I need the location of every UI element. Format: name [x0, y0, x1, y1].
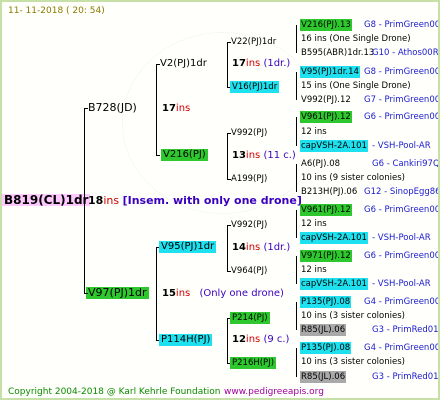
g4-gen: - VSH-Pool-AR — [372, 233, 431, 243]
g4-ins: 16 ins (One Single Drone) — [301, 34, 411, 44]
g3-queen-2[interactable]: V16(PJ)1dr — [230, 81, 280, 93]
g4-gen: G3 - PrimRed01 — [372, 372, 439, 382]
g4-queen[interactable]: P135(PJ).08 — [300, 296, 352, 308]
g4-queen[interactable]: A6(PJ).08 — [301, 158, 340, 170]
g1-queen-1[interactable]: B728(JD) — [88, 102, 137, 114]
connector-line — [227, 363, 230, 364]
g4-gen: G6 - PrimGreen00 — [364, 112, 440, 122]
g4-queen[interactable]: capVSH-2A.101 — [300, 140, 368, 152]
connector-line — [296, 164, 297, 192]
connector-line — [227, 42, 231, 43]
connector-line — [227, 133, 228, 179]
g4-gen: G7 - PrimGreen00 — [364, 95, 440, 105]
root-stats: 18ins [Insem. with only one drone] — [88, 194, 302, 207]
connector-line — [156, 155, 160, 156]
connector-line — [227, 42, 228, 88]
g4-queen[interactable]: P135(PJ).08 — [300, 342, 352, 354]
g4-gen: G6 - Cankiri97Q — [372, 159, 440, 169]
connector-line — [227, 87, 230, 88]
g2-queen-3[interactable]: V95(PJ)1dr — [159, 241, 217, 253]
g4-gen: G4 - PrimGreen00 — [364, 297, 440, 307]
g4-queen[interactable]: V992(PJ).12 — [301, 94, 351, 106]
g2-queen-4[interactable]: P114H(PJ) — [159, 334, 213, 346]
g1-stats-1: 17ins — [162, 103, 191, 114]
connector-line — [296, 302, 297, 330]
g2-queen-2[interactable]: V216(PJ) — [161, 149, 208, 161]
watermark-logo — [122, 32, 324, 214]
g4-ins: 10 ins (3 sister colonies) — [301, 311, 405, 321]
g4-queen[interactable]: V961(PJ).12 — [300, 111, 352, 123]
g4-queen[interactable]: V961(PJ).12 — [300, 204, 352, 216]
website-link[interactable]: www.pedigreeapis.org — [224, 386, 324, 398]
g4-gen: G6 - PrimGreen00 — [364, 205, 440, 215]
g3-queen-5[interactable]: V992(PJ) — [231, 219, 267, 231]
g4-queen[interactable]: B595(ABR)1dr.13 — [301, 47, 374, 59]
connector-line — [227, 133, 231, 134]
connector-line — [296, 210, 297, 238]
g4-gen: - VSH-Pool-AR — [372, 279, 431, 289]
connector-line — [227, 271, 231, 272]
g3-queen-8[interactable]: P216H(PJ) — [230, 357, 277, 369]
g4-queen[interactable]: V216(PJ).13 — [300, 19, 352, 31]
g3-queen-7[interactable]: P214(PJ) — [230, 312, 270, 324]
connector-line — [227, 225, 231, 226]
connector-line — [296, 117, 297, 146]
g1-queen-2[interactable]: V97(PJ)1dr — [86, 287, 149, 299]
connector-line — [296, 348, 297, 377]
g4-queen[interactable]: R85(JL).06 — [300, 371, 347, 383]
timestamp-header: 11- 11-2018 ( 20: 54) — [8, 6, 105, 16]
g4-ins: 15 ins (One Single Drone) — [301, 81, 411, 91]
g4-queen[interactable]: R85(JL).06 — [300, 324, 347, 336]
g4-queen[interactable]: B213H(PJ).06 — [301, 186, 357, 198]
g2-queen-1[interactable]: V2(PJ)1dr — [160, 58, 207, 70]
g4-gen: G8 - PrimGreen00 — [364, 20, 440, 30]
connector-line — [296, 256, 297, 284]
connector-line — [156, 64, 160, 65]
connector-line — [227, 225, 228, 271]
connector-line — [227, 179, 231, 180]
g4-queen[interactable]: V95(PJ)1dr.14 — [300, 66, 360, 78]
g4-ins: 12 ins — [301, 219, 327, 229]
connector-line — [156, 340, 159, 341]
g4-queen[interactable]: capVSH-2A.101 — [300, 232, 368, 244]
g4-ins: 10 ins (3 sister colonies) — [301, 357, 405, 367]
g4-gen: G8 - PrimGreen00 — [364, 67, 440, 77]
g3-queen-4[interactable]: A199(PJ) — [231, 173, 267, 185]
g4-ins: 12 ins — [301, 265, 327, 275]
g4-gen: G10 - Athos00R — [372, 48, 439, 58]
connector-line — [156, 247, 159, 248]
g4-queen[interactable]: V971(PJ).12 — [300, 250, 352, 262]
g3-queen-6[interactable]: V964(PJ) — [231, 265, 267, 277]
g4-gen: G3 - PrimRed01 — [372, 325, 439, 335]
g4-ins: 12 ins — [301, 127, 327, 137]
g2-stats-4: 12ins (9 c.) — [232, 334, 290, 345]
g4-gen: G4 - PrimGreen00 — [364, 343, 440, 353]
g2-stats-2: 13ins (11 c.) — [232, 150, 296, 161]
connector-line — [84, 108, 85, 294]
g4-ins: 10 ins (9 sister colonies) — [301, 173, 405, 183]
g4-gen: - VSH-Pool-AR — [372, 141, 431, 151]
copyright-text: Copyright 2004-2018 @ Karl Kehrle Founda… — [8, 387, 221, 397]
g3-queen-3[interactable]: V992(PJ) — [231, 127, 267, 139]
g3-queen-1[interactable]: V22(PJ)1dr — [231, 36, 276, 48]
g4-gen: G6 - PrimGreen00 — [364, 251, 440, 261]
g2-stats-3: 14ins (1dr.) — [232, 242, 291, 253]
root-queen[interactable]: B819(CL)1dr — [2, 194, 91, 206]
g2-stats-1: 17ins (1dr.) — [232, 58, 291, 69]
connector-line — [227, 318, 228, 364]
connector-line — [296, 25, 297, 53]
connector-line — [84, 108, 88, 109]
g4-queen[interactable]: capVSH-2A.101 — [300, 278, 368, 290]
g4-gen: G12 - SinopEgg86R — [364, 187, 440, 197]
connector-line — [227, 318, 230, 319]
g1-stats-2: 15ins (Only one drone) — [162, 288, 284, 299]
pedigree-chart: 11- 11-2018 ( 20: 54) B819(CL)1dr 18ins … — [0, 0, 440, 400]
connector-line — [156, 64, 157, 156]
connector-line — [84, 293, 88, 294]
connector-line — [156, 247, 157, 340]
connector-line — [296, 72, 297, 100]
